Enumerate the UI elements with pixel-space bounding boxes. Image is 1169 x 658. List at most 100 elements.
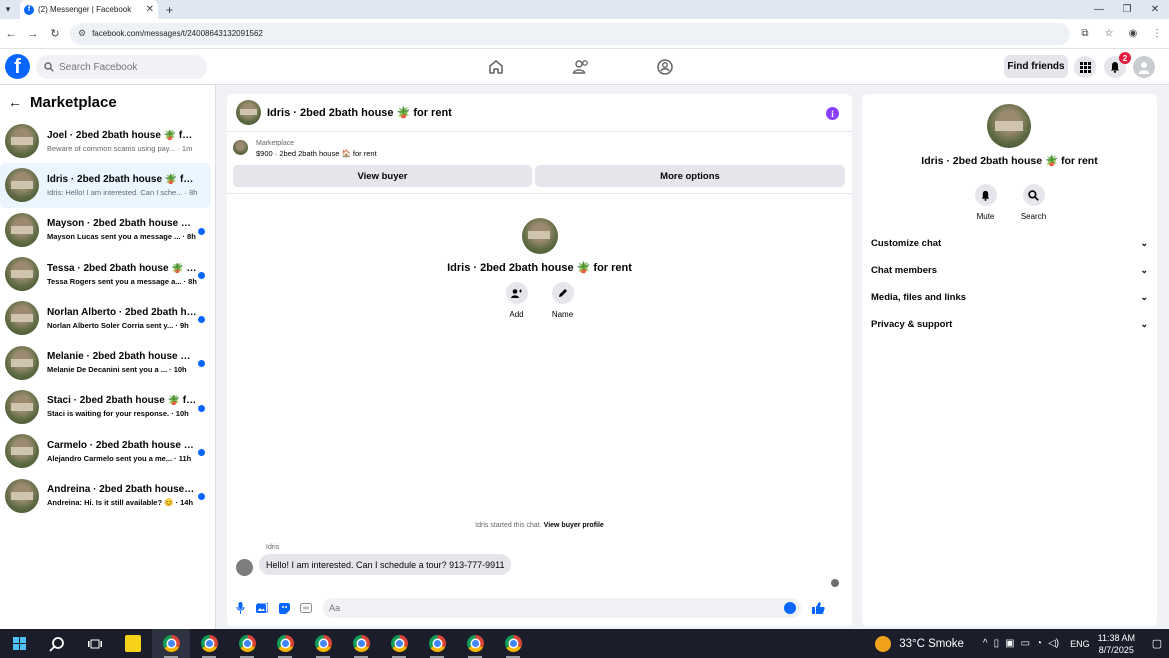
new-tab-icon[interactable]: + — [166, 3, 173, 17]
message-input[interactable] — [329, 603, 749, 613]
close-tab-icon[interactable]: ✕ — [146, 4, 154, 15]
customize-chat-section[interactable]: Customize chat ⌄ — [871, 235, 1148, 251]
battery-icon[interactable]: ▭ — [1021, 638, 1030, 649]
volume-icon[interactable]: ◁) — [1048, 638, 1059, 649]
chat-members-section[interactable]: Chat members ⌄ — [871, 262, 1148, 278]
restore-icon[interactable]: ❐ — [1113, 4, 1141, 15]
menu-grid-button[interactable] — [1074, 56, 1096, 78]
chrome-taskbar-icon[interactable] — [304, 629, 342, 658]
conversation-thumbnail — [5, 345, 39, 380]
task-view-icon[interactable] — [76, 629, 114, 658]
conversation-name: Tessa · 2bed 2bath house 🪴 for ... — [47, 262, 197, 274]
photo-icon[interactable] — [251, 602, 273, 614]
unread-dot — [198, 271, 205, 279]
tab-search-icon[interactable]: ▾ — [0, 4, 16, 15]
conversation-snippet: Idris: Hello! I am interested. Can I sch… — [47, 187, 197, 197]
info-icon[interactable]: i — [826, 107, 839, 120]
like-thumb-icon[interactable] — [807, 602, 829, 614]
message-input-box[interactable] — [323, 598, 801, 618]
chrome-taskbar-icon[interactable] — [152, 629, 190, 658]
conversation-item[interactable]: Melanie · 2bed 2bath house 🪴 f... Melanie… — [0, 340, 211, 384]
search-in-chat-button[interactable]: Search — [1021, 184, 1047, 221]
conversation-sidebar: ← Marketplace Joel · 2bed 2bath house 🪴 … — [0, 85, 216, 629]
device-icon[interactable]: ▯ — [994, 638, 1000, 649]
account-avatar[interactable] — [1133, 56, 1155, 78]
chrome-taskbar-icon[interactable] — [266, 629, 304, 658]
listing-title: $900 · 2bed 2bath house 🏠 for rent — [256, 149, 377, 158]
conversation-item[interactable]: Idris · 2bed 2bath house 🪴 for rent Idris… — [0, 163, 211, 208]
message-bubble[interactable]: Hello! I am interested. Can I schedule a… — [259, 554, 512, 575]
browser-tab[interactable]: f (2) Messenger | Facebook ✕ — [20, 0, 158, 19]
chat-title[interactable]: Idris · 2bed 2bath house 🪴 for rent — [267, 106, 452, 119]
mute-button[interactable]: Mute — [973, 184, 999, 221]
tab-title: (2) Messenger | Facebook — [38, 5, 132, 14]
windows-start-icon[interactable] — [0, 629, 38, 658]
forward-icon[interactable]: → — [22, 28, 44, 40]
facebook-logo-icon[interactable]: f — [5, 54, 30, 79]
conversation-item[interactable]: Staci · 2bed 2bath house 🪴 for r... Staci… — [0, 385, 211, 429]
install-app-icon[interactable]: ⧉ — [1073, 28, 1097, 39]
conversation-item[interactable]: Norlan Alberto · 2bed 2bath hou... Norlan… — [0, 296, 211, 340]
privacy-support-section[interactable]: Privacy & support ⌄ — [871, 316, 1148, 332]
back-icon[interactable]: ← — [0, 28, 22, 40]
groups-icon[interactable] — [656, 58, 674, 76]
conversation-name: Joel · 2bed 2bath house 🪴 for rent — [47, 129, 197, 141]
profile-icon[interactable]: ◉ — [1121, 28, 1145, 39]
clock[interactable]: 11:38 AM 8/7/2025 — [1098, 632, 1135, 656]
media-files-section[interactable]: Media, files and links ⌄ — [871, 289, 1148, 305]
chrome-taskbar-icon[interactable] — [380, 629, 418, 658]
details-title: Idris · 2bed 2bath house 🪴 for rent — [921, 155, 1098, 167]
chrome-taskbar-icon[interactable] — [342, 629, 380, 658]
name-label: Name — [551, 310, 574, 319]
chevron-down-icon: ⌄ — [1140, 318, 1148, 329]
browser-menu-icon[interactable]: ⋮ — [1145, 28, 1169, 39]
site-info-icon[interactable]: ⚙ — [78, 28, 86, 39]
details-thumbnail[interactable] — [987, 104, 1031, 148]
listing-summary[interactable]: Marketplace $900 · 2bed 2bath house 🏠 fo… — [233, 140, 377, 158]
taskbar-search-icon[interactable] — [38, 629, 76, 658]
message-composer — [227, 594, 852, 622]
language-indicator[interactable]: ENG — [1070, 639, 1090, 649]
home-icon[interactable] — [487, 58, 505, 76]
minimize-icon[interactable]: — — [1085, 4, 1113, 15]
meet-icon[interactable]: ▣ — [1005, 638, 1014, 649]
reload-icon[interactable]: ↻ — [44, 27, 66, 40]
emoji-icon[interactable] — [784, 602, 796, 614]
add-people-button[interactable]: Add — [504, 282, 530, 319]
conversation-item[interactable]: Tessa · 2bed 2bath house 🪴 for ... Tessa … — [0, 252, 211, 296]
conversation-item[interactable]: Carmelo · 2bed 2bath house 🪴 f... Alejand… — [0, 429, 211, 473]
chrome-taskbar-icon[interactable] — [418, 629, 456, 658]
gif-icon[interactable] — [295, 603, 317, 613]
started-text: Idris started this chat. — [475, 522, 542, 529]
conversation-item[interactable]: Joel · 2bed 2bath house 🪴 for rent Beware… — [0, 119, 211, 163]
bookmark-star-icon[interactable]: ☆ — [1097, 28, 1121, 39]
more-options-button[interactable]: More options — [535, 165, 845, 187]
listing-thumbnail[interactable] — [236, 100, 261, 125]
view-buyer-profile-link[interactable]: View buyer profile — [544, 522, 604, 529]
view-buyer-button[interactable]: View buyer — [233, 165, 532, 187]
weather-widget[interactable]: 33°C Smoke — [875, 635, 964, 652]
back-arrow-icon[interactable]: ← — [8, 94, 22, 110]
conversation-item[interactable]: Mayson · 2bed 2bath house 🪴 f... Mayson L… — [0, 208, 211, 252]
conversation-item[interactable]: Andreina · 2bed 2bath house 🪴 ... Andrein… — [0, 473, 211, 517]
search-box[interactable] — [36, 55, 207, 79]
chrome-taskbar-icon[interactable] — [494, 629, 532, 658]
name-chat-button[interactable]: Name — [550, 282, 576, 319]
friends-icon[interactable] — [572, 58, 590, 76]
sender-avatar[interactable] — [236, 559, 253, 576]
chrome-taskbar-icon[interactable] — [190, 629, 228, 658]
sticky-notes-icon[interactable] — [114, 629, 152, 658]
close-window-icon[interactable]: ✕ — [1141, 4, 1169, 15]
wifi-icon[interactable]: ◔ — [1036, 638, 1042, 649]
sticker-icon[interactable] — [273, 602, 295, 614]
chrome-taskbar-icon[interactable] — [228, 629, 266, 658]
window-controls: — ❐ ✕ — [1085, 0, 1169, 19]
search-input[interactable] — [59, 61, 199, 73]
voice-clip-icon[interactable] — [229, 602, 251, 614]
notification-center-icon[interactable]: ▢ — [1145, 637, 1169, 650]
divider — [227, 193, 852, 194]
url-field[interactable]: ⚙ facebook.com/messages/t/24008643132091… — [70, 22, 1070, 45]
show-hidden-icons-icon[interactable]: ^ — [983, 638, 988, 649]
find-friends-button[interactable]: Find friends — [1004, 55, 1068, 78]
chrome-taskbar-icon[interactable] — [456, 629, 494, 658]
